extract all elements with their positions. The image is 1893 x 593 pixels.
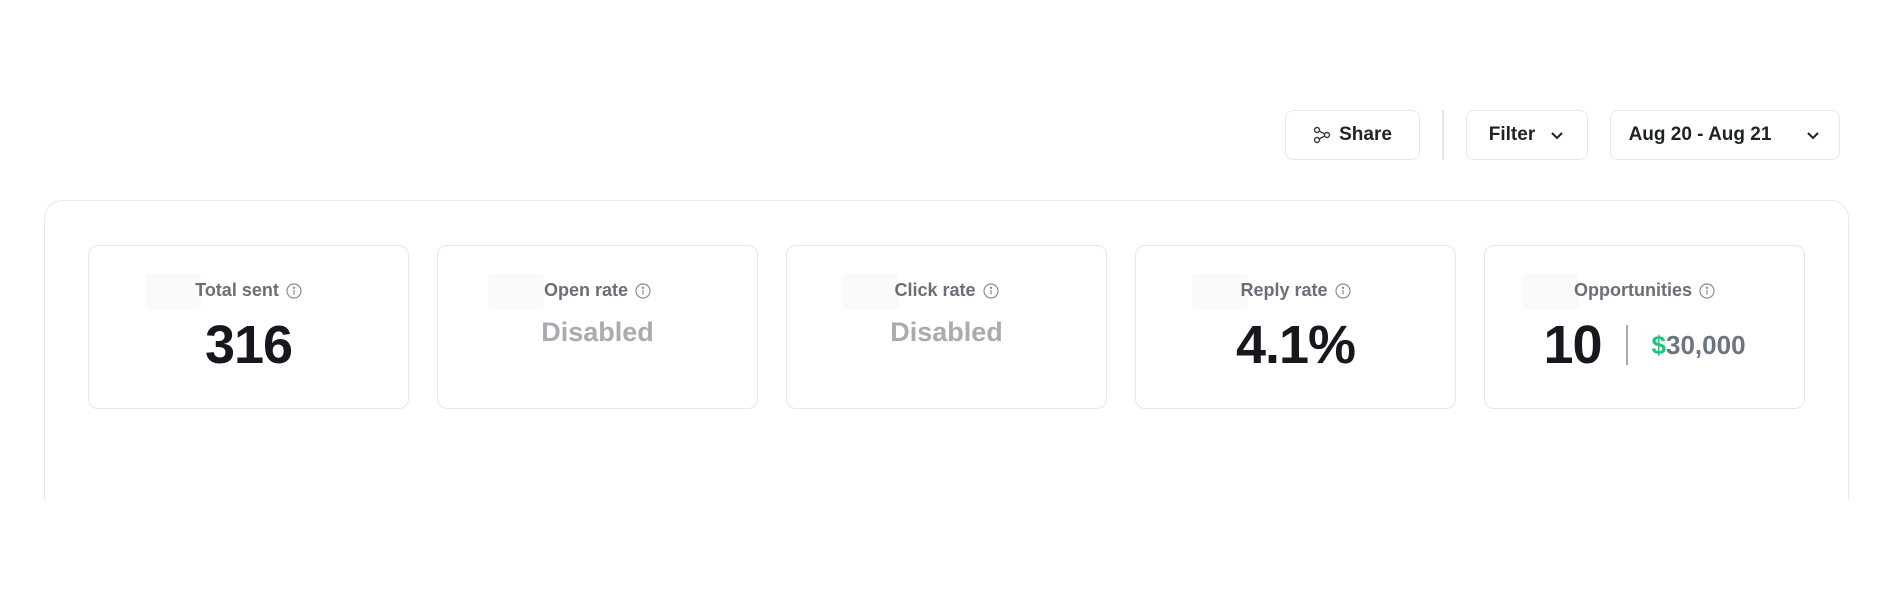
currency-symbol: $ [1651, 329, 1666, 360]
date-range-wrapper: Aug 20 - Aug 21 [1610, 110, 1840, 160]
stat-label-text: Click rate [894, 280, 976, 300]
filter-button-label: Filter [1488, 124, 1536, 145]
stat-label-text: Total sent [195, 280, 279, 300]
opportunities-count: 10 [1543, 315, 1602, 375]
opportunities-values: 10 $30,000 [1485, 314, 1804, 376]
stat-value-disabled: Disabled [541, 317, 654, 347]
stat-label-text: Opportunities [1574, 280, 1692, 300]
info-icon[interactable] [1699, 282, 1715, 299]
stat-label-text: Reply rate [1240, 280, 1328, 300]
stat-label: Open rate [438, 280, 757, 301]
stat-label: Reply rate [1136, 280, 1455, 301]
toolbar-divider [1442, 110, 1444, 160]
stat-card-opportunities: Opportunities 10 $30,000 [1484, 245, 1805, 409]
date-range-label: Aug 20 - Aug 21 [1628, 124, 1772, 145]
share-button[interactable]: Share [1285, 110, 1420, 160]
chevron-down-icon [1805, 127, 1821, 143]
info-icon[interactable] [982, 282, 999, 299]
stats-cards: Total sent 316 Open rate Disabled Click … [88, 245, 1805, 409]
info-icon[interactable] [635, 282, 651, 299]
stat-value-disabled: Disabled [890, 317, 1003, 347]
share-icon [1313, 126, 1331, 144]
stat-card-open-rate: Open rate Disabled [437, 245, 758, 409]
value-separator [1625, 325, 1628, 365]
stat-label: Opportunities [1485, 280, 1804, 301]
stat-value: 4.1% [1235, 315, 1356, 375]
stat-card-reply-rate: Reply rate 4.1% [1135, 245, 1456, 409]
amount-value: 30,000 [1666, 329, 1746, 360]
stat-label: Total sent [89, 280, 408, 301]
opportunities-amount: $30,000 [1652, 330, 1746, 361]
filter-button[interactable]: Filter [1466, 110, 1588, 160]
stat-card-total-sent: Total sent 316 [88, 245, 409, 409]
chevron-down-icon [1549, 127, 1565, 143]
stat-label-text: Open rate [543, 280, 629, 300]
stat-card-click-rate: Click rate Disabled [786, 245, 1107, 409]
date-range-picker[interactable]: Aug 20 - Aug 21 [1610, 110, 1840, 160]
share-button-label: Share [1339, 124, 1392, 145]
toolbar: Share Filter Aug 20 - Aug 21 [1285, 110, 1840, 160]
stat-label: Click rate [787, 280, 1106, 301]
info-icon[interactable] [1334, 282, 1351, 299]
stat-value: 316 [204, 315, 293, 375]
info-icon[interactable] [286, 282, 302, 299]
